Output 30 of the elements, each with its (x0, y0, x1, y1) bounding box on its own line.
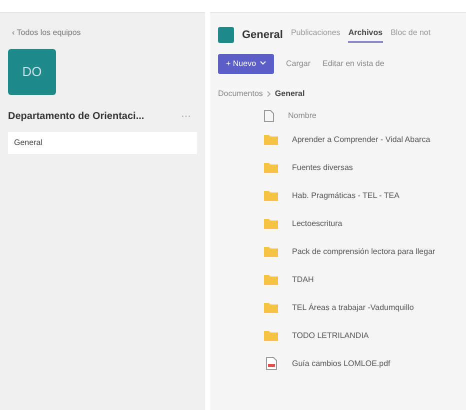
new-button[interactable]: + Nuevo (218, 54, 274, 74)
team-name: Departamento de Orientaci... (8, 110, 144, 124)
folder-icon (264, 246, 278, 257)
file-name[interactable]: TODO LETRILANDIA (292, 330, 369, 342)
channel-avatar (218, 27, 234, 44)
file-name[interactable]: TEL Áreas a trabajar -Vadumquillo (292, 302, 414, 314)
file-icon (264, 110, 274, 122)
file-name[interactable]: Lectoescritura (292, 218, 342, 230)
back-link[interactable]: ‹ Todos los equipos (8, 27, 197, 39)
channel-title: General (242, 28, 283, 43)
folder-icon (264, 302, 278, 313)
team-avatar: DO (8, 49, 56, 95)
folder-icon (264, 162, 278, 173)
folder-icon (264, 190, 278, 201)
folder-icon (264, 274, 278, 285)
folder-icon (264, 134, 278, 145)
file-name[interactable]: Pack de comprensión lectora para llegar (292, 246, 436, 258)
breadcrumb-current: General (274, 88, 305, 100)
file-name[interactable]: Hab. Pragmáticas - TEL - TEA (292, 190, 400, 202)
document-icon (266, 357, 276, 370)
tab[interactable]: Archivos (348, 27, 383, 44)
file-name[interactable]: TDAH (292, 274, 314, 286)
file-name[interactable]: Guía cambios LOMLOE.pdf (292, 358, 390, 370)
chevron-right-icon (266, 90, 271, 96)
folder-icon (264, 330, 278, 341)
channel-item[interactable]: General (8, 132, 197, 154)
folder-icon (264, 218, 278, 229)
file-name[interactable]: Aprender a Comprender - Vidal Abarca (292, 134, 430, 146)
file-name[interactable]: Fuentes diversas (292, 162, 353, 174)
chevron-down-icon (260, 61, 266, 66)
